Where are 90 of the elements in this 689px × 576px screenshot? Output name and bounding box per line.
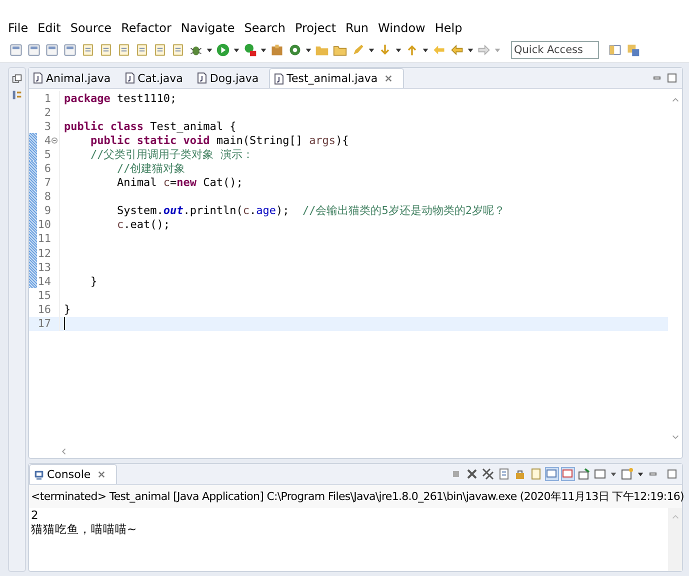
caret-icon[interactable] [233, 46, 240, 54]
line-number: 6 [43, 162, 51, 176]
tab-label[interactable]: Test_animal.java [286, 72, 378, 85]
menu-item[interactable]: Help [434, 21, 462, 35]
line-number: 16 [37, 302, 51, 316]
folder-icon[interactable] [333, 43, 347, 57]
java-file-icon [33, 72, 43, 84]
caret-icon[interactable] [206, 46, 213, 54]
caret-icon[interactable] [305, 46, 312, 54]
line-number: 13 [37, 260, 51, 274]
line-number: 4 [43, 134, 51, 147]
caret-icon[interactable] [422, 46, 429, 54]
maximize-icon[interactable] [667, 73, 677, 83]
tab-label[interactable]: Console [47, 468, 91, 481]
menu-item[interactable]: Run [346, 21, 369, 35]
scroll-down-icon[interactable] [670, 433, 680, 442]
line-number: 3 [43, 120, 51, 133]
menu-item[interactable]: Source [70, 21, 112, 35]
document-icon[interactable] [498, 468, 510, 480]
tab-label[interactable]: Cat.java [138, 72, 183, 84]
menu-item[interactable]: Refactor [121, 21, 172, 35]
java-file-icon [124, 72, 135, 84]
line-number: 15 [37, 288, 51, 302]
line-number: 8 [43, 190, 51, 204]
close-icon[interactable] [384, 74, 393, 83]
run-tool-icon[interactable] [243, 43, 257, 57]
code-line: package test1110; [59, 91, 177, 106]
menu-item[interactable]: File [8, 21, 28, 35]
console-tab[interactable]: Console [29, 464, 117, 484]
remove-icon[interactable] [466, 468, 478, 480]
close-icon[interactable] [96, 470, 106, 479]
code-line: //创建猫对象 [59, 161, 186, 176]
menu-item[interactable]: Navigate [180, 21, 235, 35]
line-number: 11 [37, 232, 51, 246]
fold-icon[interactable] [51, 136, 58, 144]
java-file-icon [196, 72, 207, 84]
menu-item[interactable]: Project [294, 21, 336, 35]
console-header: <terminated> Test_animal [Java Application] C:\Program Files\Java\jre1.8.0_261\bin\javaw.exe (2020年11月13日 下午12:19:16) [29, 485, 682, 508]
new-console-icon[interactable] [621, 468, 633, 480]
menu-item[interactable]: Edit [38, 21, 61, 35]
java-perspective-icon[interactable] [626, 43, 640, 57]
document-icon[interactable] [530, 468, 542, 480]
display-error-icon[interactable] [562, 468, 574, 480]
tab-label[interactable]: Animal.java [46, 72, 111, 84]
editor-tab[interactable]: Cat.java [120, 68, 193, 88]
maximize-icon[interactable] [667, 469, 677, 479]
line-number: 12 [37, 246, 51, 260]
line-number: 17 [37, 317, 51, 330]
caret-icon[interactable] [395, 46, 402, 54]
editor-tab[interactable]: Test_animal.java [268, 68, 404, 88]
quick-access-field[interactable]: Quick Access [511, 41, 599, 59]
scroll-left-icon[interactable] [59, 446, 68, 456]
code-line: public class Test_animal { [59, 119, 236, 134]
line-number: 1 [43, 92, 51, 105]
menu-item[interactable]: Window [378, 21, 426, 35]
code-line: System.out.println(c.age); //会输出猫类的5岁还是动物类的2岁呢？ [59, 204, 505, 218]
hierarchy-icon[interactable] [12, 90, 22, 100]
tab-label[interactable]: Dog.java [210, 72, 259, 84]
line-number: 14 [37, 274, 51, 288]
code-line: Animal c=new Cat(); [59, 176, 243, 190]
line-number: 5 [43, 148, 51, 161]
caret-icon[interactable] [637, 470, 644, 478]
lock-icon[interactable] [514, 468, 526, 480]
code-line: } [59, 274, 98, 288]
java-file-icon [274, 72, 284, 84]
restore-icon[interactable] [12, 74, 22, 84]
console-icon [34, 468, 44, 480]
caret-icon[interactable] [467, 46, 474, 54]
line-number: 2 [43, 106, 51, 119]
line-number: 10 [37, 218, 51, 232]
code-line: public static void main(String[] args){ [59, 133, 349, 148]
code-line: //父类引用调用子类对象 演示： [59, 147, 254, 162]
console-select-icon[interactable] [594, 468, 606, 480]
caret-icon[interactable] [610, 470, 617, 478]
line-number: 7 [43, 176, 51, 190]
console-output-line: 2 [31, 508, 40, 522]
perspective-icon[interactable] [608, 43, 622, 57]
code-line: c.eat(); [59, 218, 170, 232]
editor-tab[interactable]: Dog.java [192, 68, 269, 88]
caret-icon[interactable] [260, 46, 267, 54]
code-line [59, 316, 65, 331]
line-number: 9 [43, 204, 51, 218]
stop-icon[interactable] [450, 468, 462, 480]
editor-tab[interactable]: Animal.java [29, 68, 121, 88]
caret-icon[interactable] [368, 46, 375, 54]
scroll-up-icon[interactable] [670, 95, 680, 104]
console-output-line: 猫猫吃鱼，喵喵喵~ [31, 522, 138, 536]
menu-item[interactable]: Search [244, 21, 286, 35]
display-output-icon[interactable] [546, 468, 558, 480]
remove-all-icon[interactable] [482, 468, 494, 480]
